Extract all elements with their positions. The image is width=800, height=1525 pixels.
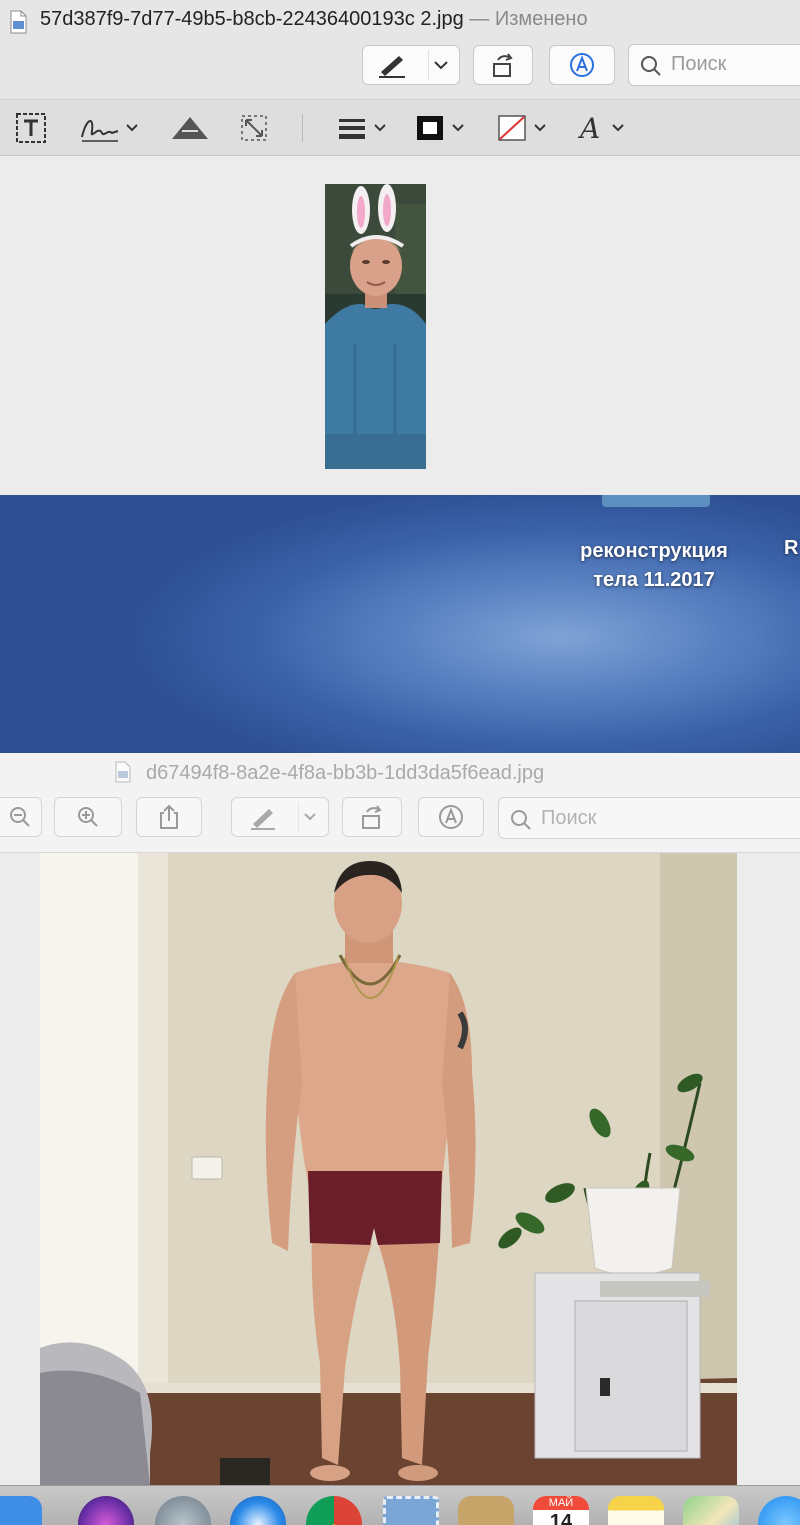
text-style-icon: A <box>577 112 600 144</box>
chevron-down-icon <box>126 124 138 132</box>
text-box-icon <box>16 113 46 143</box>
show-markup-toolbar-button[interactable] <box>549 45 615 85</box>
image-canvas <box>0 157 800 495</box>
safari-icon[interactable] <box>230 1496 286 1525</box>
line-style-icon <box>339 119 365 139</box>
show-markup-toolbar-button[interactable] <box>418 797 484 837</box>
desktop-item-partial-label[interactable]: R <box>784 537 798 560</box>
zoom-in-icon <box>78 807 98 827</box>
portrait-photo[interactable] <box>325 184 426 469</box>
window-title: 57d387f9-7d77-49b5-b8cb-22436400193c 2.j… <box>40 8 588 31</box>
signature-tool-button[interactable] <box>78 110 140 146</box>
border-color-button[interactable] <box>414 110 466 146</box>
toolbar-divider <box>302 114 303 142</box>
contacts-icon[interactable] <box>458 1496 514 1525</box>
search-icon <box>641 56 661 76</box>
search-field[interactable]: Поиск <box>498 797 800 839</box>
finder-icon[interactable] <box>0 1496 42 1525</box>
window-titlebar: 57d387f9-7d77-49b5-b8cb-22436400193c 2.j… <box>0 0 800 100</box>
annotate-circle-icon <box>570 53 594 77</box>
siri-icon[interactable] <box>78 1496 134 1525</box>
zoom-out-icon <box>10 807 30 827</box>
text-tool-button[interactable] <box>14 110 48 146</box>
rotate-icon <box>362 805 382 829</box>
full-body-photo[interactable] <box>40 853 737 1485</box>
desktop-folder-edge <box>602 495 710 507</box>
share-icon <box>160 804 178 829</box>
text-style-button[interactable]: A <box>576 110 626 146</box>
chevron-down-icon <box>304 813 316 821</box>
calendar-month: МАЙ <box>533 1496 589 1510</box>
chrome-icon[interactable] <box>306 1496 362 1525</box>
chevron-down-icon <box>452 124 464 132</box>
markup-pen-icon <box>379 50 429 80</box>
search-field[interactable]: Поиск <box>628 44 800 86</box>
launchpad-icon[interactable] <box>155 1496 211 1525</box>
mail-icon[interactable] <box>383 1496 439 1525</box>
calendar-icon[interactable]: МАЙ 14 <box>533 1496 589 1525</box>
folder-label-line1: реконструкция <box>580 540 728 562</box>
window-titlebar: d67494f8-8a2e-4f8a-bb3b-1dd3da5f6ead.jpg <box>0 753 800 853</box>
title-separator: — <box>469 8 490 30</box>
border-color-icon <box>417 116 443 140</box>
image-canvas <box>0 853 800 1485</box>
maps-icon[interactable] <box>683 1496 739 1525</box>
zoom-out-button[interactable] <box>0 797 42 837</box>
folder-label-line2: тела 11.2017 <box>593 569 715 591</box>
fill-color-button[interactable] <box>496 110 548 146</box>
chevron-down-icon <box>534 124 546 132</box>
search-placeholder: Поиск <box>541 807 597 829</box>
svg-text:A: A <box>577 112 600 144</box>
document-icon <box>115 761 131 783</box>
calendar-day: 14 <box>549 1511 573 1525</box>
rotate-button[interactable] <box>342 797 402 837</box>
line-style-button[interactable] <box>336 110 388 146</box>
markup-toolbar: A <box>0 100 800 156</box>
chevron-down-icon <box>374 124 386 132</box>
search-icon <box>511 810 531 830</box>
fill-color-icon <box>498 115 526 141</box>
window-filename: 57d387f9-7d77-49b5-b8cb-22436400193c 2.j… <box>40 8 464 30</box>
window-filename: d67494f8-8a2e-4f8a-bb3b-1dd3da5f6ead.jpg <box>146 762 545 784</box>
annotate-circle-icon <box>439 805 463 829</box>
search-placeholder: Поиск <box>671 53 727 75</box>
markup-pen-icon <box>251 802 299 832</box>
desktop-background: реконструкция тела 11.2017 R <box>0 495 800 753</box>
preview-window-front: 57d387f9-7d77-49b5-b8cb-22436400193c 2.j… <box>0 0 800 495</box>
markup-pen-button[interactable] <box>362 45 460 85</box>
adjust-color-icon <box>172 117 208 139</box>
rotate-button[interactable] <box>473 45 533 85</box>
resize-icon <box>241 115 267 141</box>
app-store-icon[interactable] <box>758 1496 800 1525</box>
signature-icon <box>81 120 119 142</box>
share-button[interactable] <box>136 797 202 837</box>
adjust-size-button[interactable] <box>238 110 270 146</box>
dock: МАЙ 14 <box>0 1485 800 1525</box>
document-icon <box>10 10 27 34</box>
rotate-icon <box>493 53 513 77</box>
chevron-down-icon <box>612 124 624 132</box>
chevron-down-icon <box>434 61 448 70</box>
notes-icon[interactable] <box>608 1496 664 1525</box>
desktop-folder-label[interactable]: реконструкция тела 11.2017 <box>560 537 748 595</box>
zoom-in-button[interactable] <box>54 797 122 837</box>
preview-window-back: d67494f8-8a2e-4f8a-bb3b-1dd3da5f6ead.jpg <box>0 753 800 1485</box>
adjust-color-button[interactable] <box>170 110 210 146</box>
markup-pen-button[interactable] <box>231 797 329 837</box>
edited-status: Изменено <box>494 8 588 30</box>
